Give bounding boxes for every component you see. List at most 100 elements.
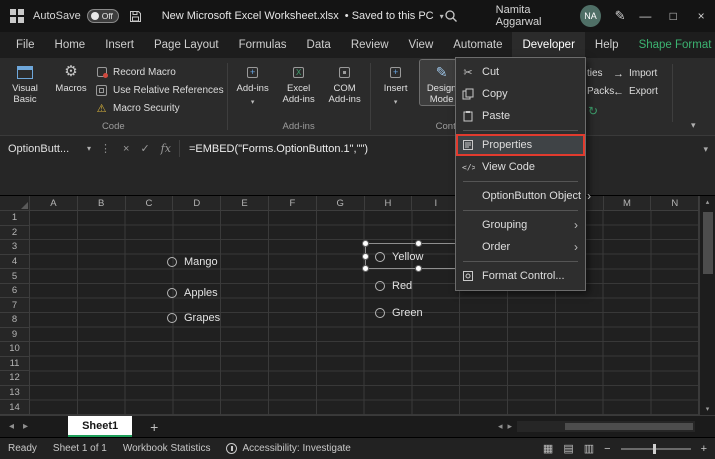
scroll-down-icon[interactable]: ▾ <box>700 405 715 413</box>
ribbon-collapse-icon[interactable]: ▾ <box>691 120 696 131</box>
search-icon[interactable] <box>444 9 458 23</box>
close-button[interactable]: × <box>687 0 715 32</box>
use-relative-references-button[interactable]: Use Relative References <box>95 83 224 97</box>
option-button-green[interactable]: Green <box>375 306 423 320</box>
horizontal-scroll-track[interactable] <box>517 421 695 432</box>
sheet-nav-right-icon[interactable]: ▸ <box>23 421 28 432</box>
tab-developer[interactable]: Developer <box>512 32 584 58</box>
menu-item-grouping[interactable]: Grouping› <box>456 214 585 236</box>
column-header-E[interactable]: E <box>221 196 269 211</box>
option-button-yellow[interactable]: Yellow <box>375 250 423 264</box>
option-button-mango[interactable]: Mango <box>167 255 218 269</box>
selection-handle[interactable] <box>362 265 369 272</box>
row-header-3[interactable]: 3 <box>0 240 30 255</box>
account-control[interactable]: Namita Aggarwal NA <box>496 4 601 28</box>
column-header-F[interactable]: F <box>269 196 317 211</box>
row-header-10[interactable]: 10 <box>0 342 30 357</box>
tab-shape-format[interactable]: Shape Format <box>629 32 715 58</box>
save-icon[interactable] <box>129 10 142 23</box>
cancel-icon[interactable]: × <box>123 143 129 155</box>
row-header-8[interactable]: 8 <box>0 313 30 328</box>
workbook-statistics-button[interactable]: Workbook Statistics <box>123 443 211 454</box>
menu-item-format-control[interactable]: Format Control... <box>456 265 585 287</box>
import-button[interactable]: → Import <box>612 67 657 80</box>
maximize-button[interactable]: □ <box>659 0 687 32</box>
menu-item-optionbutton-object[interactable]: OptionButton Object› <box>456 185 585 207</box>
minimize-button[interactable]: — <box>632 0 660 32</box>
macros-button[interactable]: ⚙ Macros <box>49 60 93 95</box>
name-box[interactable]: OptionButt... ▾ <box>0 136 96 161</box>
row-header-4[interactable]: 4 <box>0 255 30 270</box>
scroll-up-icon[interactable]: ▴ <box>700 198 715 206</box>
selection-handle[interactable] <box>415 240 422 247</box>
row-header-1[interactable]: 1 <box>0 211 30 226</box>
row-header-11[interactable]: 11 <box>0 357 30 372</box>
formula-input[interactable]: =EMBED("Forms.OptionButton.1","") <box>189 143 368 155</box>
name-box-resizer[interactable]: ⋮ <box>100 142 111 155</box>
page-layout-view-icon[interactable]: ▤ <box>563 442 573 455</box>
menu-item-copy[interactable]: Copy <box>456 83 585 105</box>
excel-add-ins-button[interactable]: Excel Add-ins <box>277 60 321 105</box>
row-header-14[interactable]: 14 <box>0 400 30 415</box>
row-header-12[interactable]: 12 <box>0 371 30 386</box>
app-icon[interactable] <box>10 9 24 23</box>
sheet-nav-left-icon[interactable]: ◂ <box>9 421 14 432</box>
menu-item-paste[interactable]: Paste <box>456 105 585 127</box>
macro-security-button[interactable]: ⚠ Macro Security <box>95 101 224 115</box>
tab-data[interactable]: Data <box>297 32 341 58</box>
column-header-D[interactable]: D <box>173 196 221 211</box>
row-header-2[interactable]: 2 <box>0 226 30 241</box>
scroll-left-icon[interactable]: ◂ <box>498 421 503 432</box>
selection-handle[interactable] <box>415 265 422 272</box>
tab-help[interactable]: Help <box>585 32 629 58</box>
row-header-7[interactable]: 7 <box>0 298 30 313</box>
column-header-H[interactable]: H <box>365 196 413 211</box>
export-button[interactable]: ← Export <box>612 85 658 98</box>
select-all-corner[interactable] <box>0 196 30 211</box>
tab-automate[interactable]: Automate <box>443 32 512 58</box>
column-header-B[interactable]: B <box>78 196 126 211</box>
zoom-in-icon[interactable]: + <box>701 443 707 455</box>
row-header-9[interactable]: 9 <box>0 328 30 343</box>
accessibility-status[interactable]: Accessibility: Investigate <box>226 443 350 454</box>
tab-page-layout[interactable]: Page Layout <box>144 32 229 58</box>
editing-mode-icon[interactable]: ✎ <box>615 8 626 24</box>
zoom-out-icon[interactable]: − <box>604 443 610 455</box>
selection-handle[interactable] <box>362 240 369 247</box>
option-button-apples[interactable]: Apples <box>167 286 218 300</box>
insert-control-button[interactable]: Insert ▾ <box>374 60 418 108</box>
vertical-scrollbar[interactable]: ▴ ▾ <box>699 196 715 415</box>
menu-item-view-code[interactable]: </>View Code <box>456 156 585 178</box>
tab-formulas[interactable]: Formulas <box>229 32 297 58</box>
column-header-M[interactable]: M <box>604 196 652 211</box>
column-header-I[interactable]: I <box>412 196 460 211</box>
tab-file[interactable]: File <box>6 32 45 58</box>
page-break-view-icon[interactable]: ▥ <box>584 442 594 455</box>
menu-item-properties[interactable]: Properties <box>456 134 585 156</box>
option-button-red[interactable]: Red <box>375 279 412 293</box>
tab-review[interactable]: Review <box>341 32 399 58</box>
row-header-6[interactable]: 6 <box>0 284 30 299</box>
option-button-grapes[interactable]: Grapes <box>167 311 220 325</box>
row-header-5[interactable]: 5 <box>0 269 30 284</box>
menu-item-cut[interactable]: ✂Cut <box>456 61 585 83</box>
com-add-ins-button[interactable]: COM Add-ins <box>323 60 367 105</box>
insert-function-icon[interactable]: fx <box>161 142 171 155</box>
column-header-G[interactable]: G <box>317 196 365 211</box>
column-header-A[interactable]: A <box>30 196 78 211</box>
document-title[interactable]: New Microsoft Excel Worksheet.xlsx • Sav… <box>162 10 444 22</box>
scroll-right-icon[interactable]: ▸ <box>507 421 512 432</box>
column-header-N[interactable]: N <box>651 196 699 211</box>
zoom-slider-knob[interactable] <box>653 444 656 454</box>
menu-item-order[interactable]: Order› <box>456 236 585 258</box>
selection-handle[interactable] <box>362 253 369 260</box>
horizontal-scrollbar[interactable]: ◂ ▸ <box>498 421 695 432</box>
zoom-slider[interactable] <box>621 448 691 450</box>
enter-icon[interactable]: ✓ <box>140 142 149 155</box>
autosave-toggle[interactable]: Off <box>87 9 119 23</box>
add-ins-button[interactable]: Add-ins ▾ <box>231 60 275 108</box>
worksheet-grid[interactable]: ABCDEFGHIJKLMN 1234567891011121314 <box>0 196 699 415</box>
vertical-scroll-thumb[interactable] <box>703 212 713 274</box>
add-sheet-icon[interactable]: + <box>150 419 158 435</box>
record-macro-button[interactable]: Record Macro <box>95 65 224 79</box>
